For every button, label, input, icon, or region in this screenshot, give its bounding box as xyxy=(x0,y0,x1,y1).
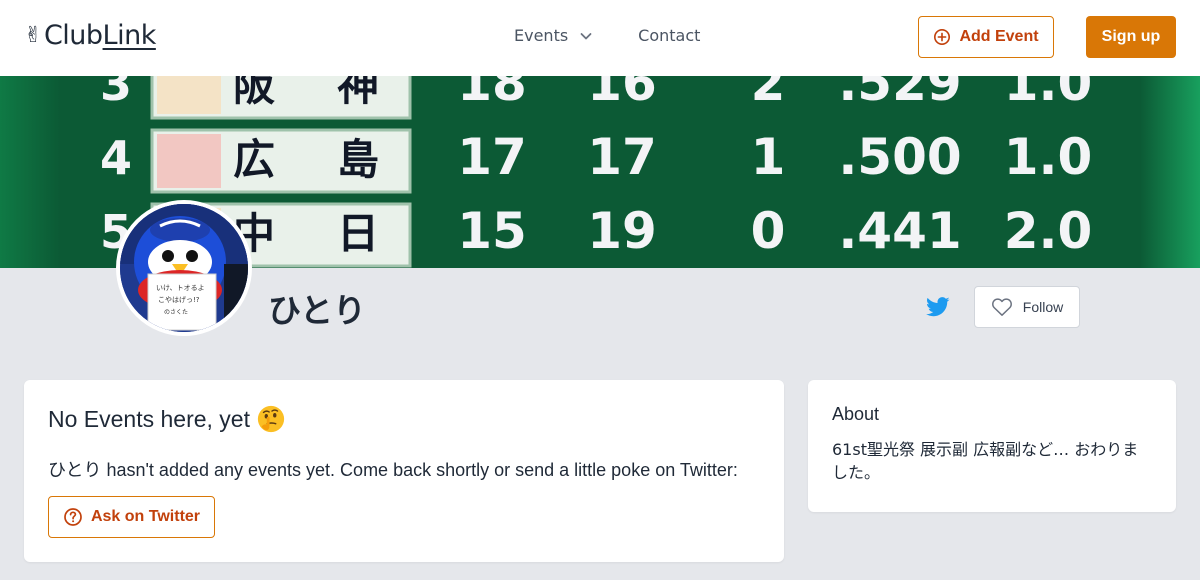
no-events-heading: No Events here, yet xyxy=(48,404,286,434)
ask-on-twitter-label: Ask on Twitter xyxy=(90,508,201,525)
mascot-avatar-image: いけ、トオるよ こやはげっ!? のさくた xyxy=(120,204,248,332)
svg-text:のさくた: のさくた xyxy=(164,309,188,316)
question-circle-icon xyxy=(64,508,82,526)
team-name-char: 阪 xyxy=(233,76,275,110)
standings-wins: 18 xyxy=(457,76,527,112)
standings-ties: 0 xyxy=(751,202,786,260)
thinking-face-icon xyxy=(257,405,285,433)
main-nav: Events Contact xyxy=(514,26,700,45)
profile-avatar: いけ、トオるよ こやはげっ!? のさくた xyxy=(116,200,252,336)
heart-icon xyxy=(991,298,1012,316)
plus-circle-icon xyxy=(934,28,951,46)
team-name-char: 広 xyxy=(233,135,275,184)
standings-wins: 15 xyxy=(457,202,527,260)
standings-gb: 2.0 xyxy=(1004,202,1093,260)
standings-losses: 17 xyxy=(587,128,657,186)
standings-pct: .500 xyxy=(838,128,961,186)
clublink-logo[interactable]: ✌ Club Link xyxy=(24,20,156,51)
standings-losses: 16 xyxy=(587,76,657,112)
signup-button[interactable]: Sign up xyxy=(1086,16,1176,58)
team-logo xyxy=(157,76,221,114)
no-events-description: ひとり hasn't added any events yet. Come ba… xyxy=(48,460,738,480)
top-navigation-bar: ✌ Club Link Events Contact Add Event Sign… xyxy=(0,0,1200,76)
events-card: No Events here, yet ひとり hasn't added any… xyxy=(24,380,784,562)
no-events-title: No Events here, yet xyxy=(48,405,250,432)
follow-label: Follow xyxy=(1022,299,1064,315)
nav-events-label: Events xyxy=(514,26,569,45)
team-name-char: 日 xyxy=(337,209,379,258)
standings-ties: 1 xyxy=(751,128,786,186)
standings-wins: 17 xyxy=(457,128,527,186)
standings-gb: 1.0 xyxy=(1004,76,1093,112)
about-card: About 61st聖光祭 展示副 広報副など… おわりました。 xyxy=(808,380,1176,512)
add-event-button[interactable]: Add Event xyxy=(918,16,1054,58)
standings-gb: 1.0 xyxy=(1004,128,1093,186)
standings-pct: .441 xyxy=(838,202,961,260)
standings-losses: 19 xyxy=(587,202,657,260)
team-name-char: 島 xyxy=(337,135,379,184)
ask-on-twitter-button[interactable]: Ask on Twitter xyxy=(48,496,215,538)
standings-pct: .529 xyxy=(838,76,961,112)
logo-text-prefix: Club xyxy=(43,20,103,51)
twitter-profile-link[interactable] xyxy=(926,296,950,318)
standings-rank: 3 xyxy=(100,76,132,111)
logo-text-link: Link xyxy=(102,20,157,51)
standings-ties: 2 xyxy=(751,76,786,112)
nav-contact-link[interactable]: Contact xyxy=(638,26,700,45)
team-name-char: 神 xyxy=(337,76,379,110)
follow-button[interactable]: Follow xyxy=(974,286,1080,328)
about-heading: About xyxy=(832,404,880,424)
about-text: 61st聖光祭 展示副 広報副など… おわりました。 xyxy=(832,440,1139,482)
svg-text:いけ、トオるよ: いけ、トオるよ xyxy=(156,284,205,292)
svg-text:こやはげっ!?: こやはげっ!? xyxy=(158,295,200,304)
team-logo xyxy=(157,134,221,188)
profile-name: ひとり xyxy=(268,291,367,330)
nav-events-dropdown[interactable]: Events xyxy=(514,26,594,45)
chevron-down-icon xyxy=(580,32,592,39)
victory-hand-icon: ✌ xyxy=(24,23,42,48)
standings-rank: 4 xyxy=(100,131,132,185)
twitter-icon xyxy=(926,297,950,317)
add-event-label: Add Event xyxy=(959,28,1039,45)
